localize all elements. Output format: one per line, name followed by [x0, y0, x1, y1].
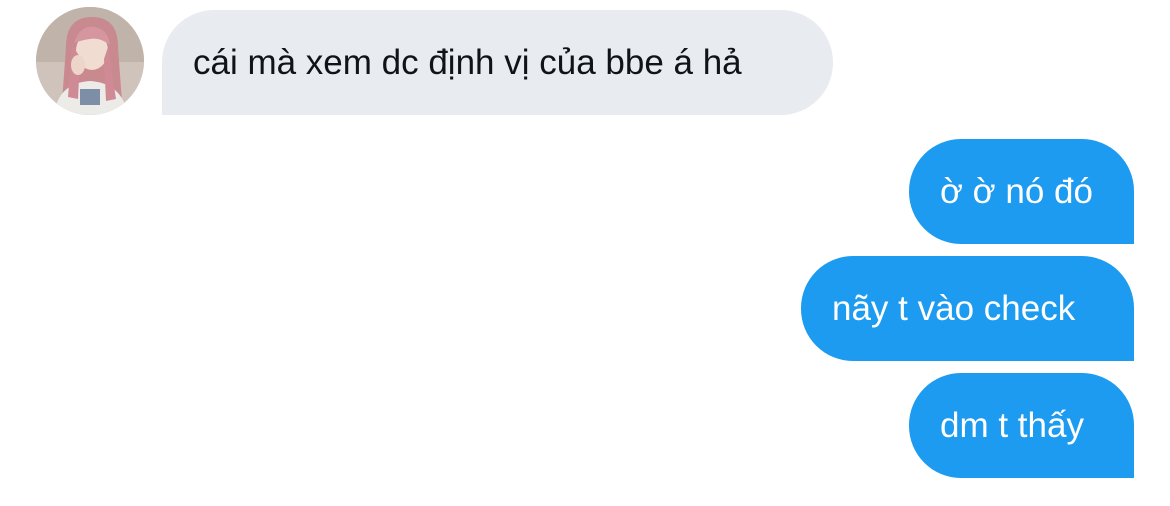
message-text: nãy t vào check	[832, 288, 1076, 328]
incoming-message-bubble[interactable]: cái mà xem dc định vị của bbe á hả	[162, 10, 833, 115]
avatar[interactable]	[36, 7, 144, 115]
outgoing-message-bubble[interactable]: nãy t vào check	[801, 256, 1134, 361]
outgoing-message-bubble[interactable]: ờ ờ nó đó	[909, 139, 1134, 244]
message-text: ờ ờ nó đó	[940, 171, 1093, 211]
message-text: dm t thấy	[940, 405, 1084, 445]
outgoing-message-bubble[interactable]: dm t thấy	[909, 373, 1134, 478]
message-text: cái mà xem dc định vị của bbe á hả	[193, 42, 742, 82]
user-avatar-photo-icon	[36, 7, 144, 115]
